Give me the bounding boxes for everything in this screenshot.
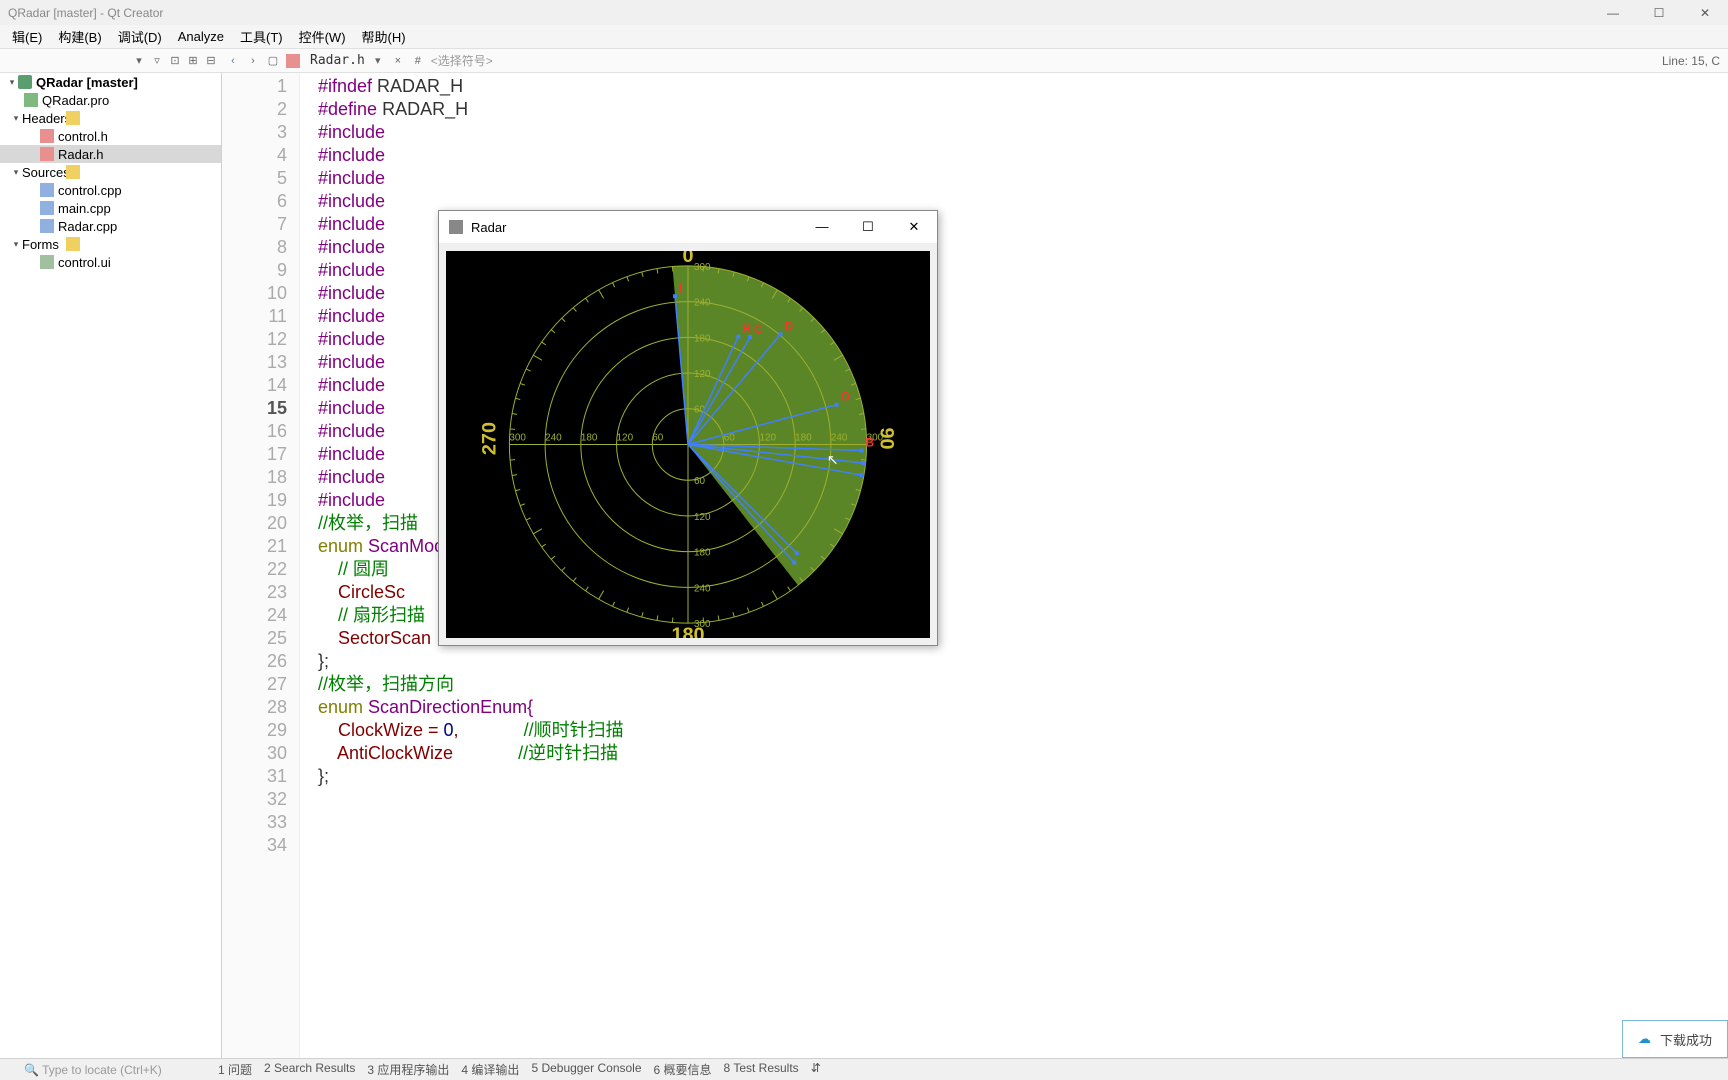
radar-title: Radar: [471, 220, 506, 235]
tree-file-radar-cpp[interactable]: Radar.cpp: [0, 217, 221, 235]
menu-widgets[interactable]: 控件(W): [291, 27, 354, 46]
svg-text:H: H: [742, 322, 751, 336]
menu-edit[interactable]: 辑(E): [4, 27, 50, 46]
dropdown-icon[interactable]: ▾: [132, 54, 146, 68]
search-icon: 🔍: [24, 1063, 39, 1077]
svg-text:180: 180: [694, 333, 711, 344]
svg-text:240: 240: [831, 433, 848, 444]
tree-file-control-h[interactable]: control.h: [0, 127, 221, 145]
svg-text:B: B: [866, 436, 875, 450]
menu-analyze[interactable]: Analyze: [170, 29, 232, 44]
current-file[interactable]: Radar.h: [310, 53, 365, 68]
close-icon[interactable]: ✕: [1682, 6, 1728, 20]
svg-text:60: 60: [694, 476, 706, 487]
svg-text:240: 240: [545, 433, 562, 444]
svg-text:180: 180: [694, 548, 711, 559]
project-tree[interactable]: ▾QRadar [master] QRadar.pro ▾Headers con…: [0, 73, 222, 1058]
svg-text:120: 120: [759, 433, 776, 444]
menu-build[interactable]: 构建(B): [50, 27, 109, 46]
tree-file-main-cpp[interactable]: main.cpp: [0, 199, 221, 217]
sync-icon[interactable]: ⊡: [168, 54, 182, 68]
svg-text:↖: ↖: [827, 451, 839, 467]
radar-minimize-icon[interactable]: —: [799, 219, 845, 235]
svg-text:D: D: [784, 319, 793, 333]
svg-text:180: 180: [795, 433, 812, 444]
radar-display: 6060606012012012012018018018018024024024…: [446, 251, 930, 638]
svg-text:180: 180: [581, 433, 598, 444]
minimize-icon[interactable]: —: [1590, 6, 1636, 20]
menu-help[interactable]: 帮助(H): [354, 27, 414, 46]
svg-text:O: O: [841, 390, 850, 404]
toast-text: 下载成功: [1660, 1030, 1712, 1049]
tree-sources-folder[interactable]: ▾Sources: [0, 163, 221, 181]
tree-root[interactable]: ▾QRadar [master]: [0, 73, 221, 91]
radar-titlebar[interactable]: Radar — ☐ ✕: [439, 211, 937, 243]
svg-text:60: 60: [652, 433, 664, 444]
svg-text:C: C: [754, 322, 763, 336]
filter-icon[interactable]: ▿: [150, 54, 164, 68]
svg-text:300: 300: [509, 433, 526, 444]
tree-pro-file[interactable]: QRadar.pro: [0, 91, 221, 109]
status-tab-general[interactable]: 6 概要信息: [654, 1061, 712, 1078]
status-more-icon[interactable]: ⇵: [811, 1061, 821, 1078]
cursor-position: Line: 15, C: [1662, 54, 1728, 68]
svg-text:240: 240: [694, 583, 711, 594]
status-tab-compile[interactable]: 4 编译输出: [461, 1061, 519, 1078]
menubar: 辑(E) 构建(B) 调试(D) Analyze 工具(T) 控件(W) 帮助(…: [0, 25, 1728, 49]
status-bar: 🔍 Type to locate (Ctrl+K) 1 问题 2 Search …: [0, 1058, 1728, 1080]
radar-window[interactable]: Radar — ☐ ✕ 6060606012012012012018018018…: [438, 210, 938, 646]
hash-icon: #: [411, 54, 425, 68]
status-tab-search[interactable]: 2 Search Results: [264, 1061, 355, 1078]
close-file-icon[interactable]: ×: [391, 54, 405, 68]
split-v-icon[interactable]: ⊟: [204, 54, 218, 68]
menu-debug[interactable]: 调试(D): [110, 27, 170, 46]
download-toast[interactable]: ☁ 下载成功: [1622, 1020, 1728, 1058]
status-tab-issues[interactable]: 1 问题: [218, 1061, 252, 1078]
svg-text:0: 0: [682, 251, 693, 267]
file-dropdown-icon[interactable]: ▾: [371, 54, 385, 68]
nav-back-icon[interactable]: ‹: [226, 54, 240, 68]
split-h-icon[interactable]: ⊞: [186, 54, 200, 68]
line-gutter: 1234567891011121314151617181920212223242…: [222, 73, 300, 1058]
status-tab-debugger[interactable]: 5 Debugger Console: [531, 1061, 641, 1078]
svg-text:120: 120: [617, 433, 634, 444]
svg-text:120: 120: [694, 369, 711, 380]
tree-forms-folder[interactable]: ▾Forms: [0, 235, 221, 253]
svg-text:300: 300: [694, 262, 711, 273]
svg-text:270: 270: [478, 422, 500, 455]
radar-close-icon[interactable]: ✕: [891, 219, 937, 235]
svg-text:I: I: [679, 281, 682, 295]
nav-fwd-icon[interactable]: ›: [246, 54, 260, 68]
editor-toolbar: ▾ ▿ ⊡ ⊞ ⊟ ‹ › ▢ Radar.h ▾ × # <选择符号> Lin…: [0, 49, 1728, 73]
menu-tools[interactable]: 工具(T): [232, 27, 291, 46]
status-tab-appoutput[interactable]: 3 应用程序输出: [367, 1061, 449, 1078]
tree-file-radar-h[interactable]: Radar.h: [0, 145, 221, 163]
svg-text:90: 90: [876, 428, 898, 450]
svg-text:180: 180: [671, 624, 704, 638]
tree-file-control-ui[interactable]: control.ui: [0, 253, 221, 271]
tree-file-control-cpp[interactable]: control.cpp: [0, 181, 221, 199]
radar-app-icon: [449, 220, 463, 234]
window-title: QRadar [master] - Qt Creator: [8, 6, 163, 20]
symbol-selector[interactable]: <选择符号>: [431, 52, 493, 69]
window-titlebar: QRadar [master] - Qt Creator — ☐ ✕: [0, 0, 1728, 25]
locator-input[interactable]: Type to locate (Ctrl+K): [42, 1063, 162, 1077]
svg-text:240: 240: [694, 298, 711, 309]
cloud-icon: ☁: [1638, 1031, 1654, 1047]
status-tab-tests[interactable]: 8 Test Results: [724, 1061, 799, 1078]
file-type-icon: [286, 54, 300, 68]
radar-maximize-icon[interactable]: ☐: [845, 219, 891, 235]
maximize-icon[interactable]: ☐: [1636, 6, 1682, 20]
tree-headers-folder[interactable]: ▾Headers: [0, 109, 221, 127]
svg-text:120: 120: [694, 512, 711, 523]
bookmark-icon[interactable]: ▢: [266, 54, 280, 68]
